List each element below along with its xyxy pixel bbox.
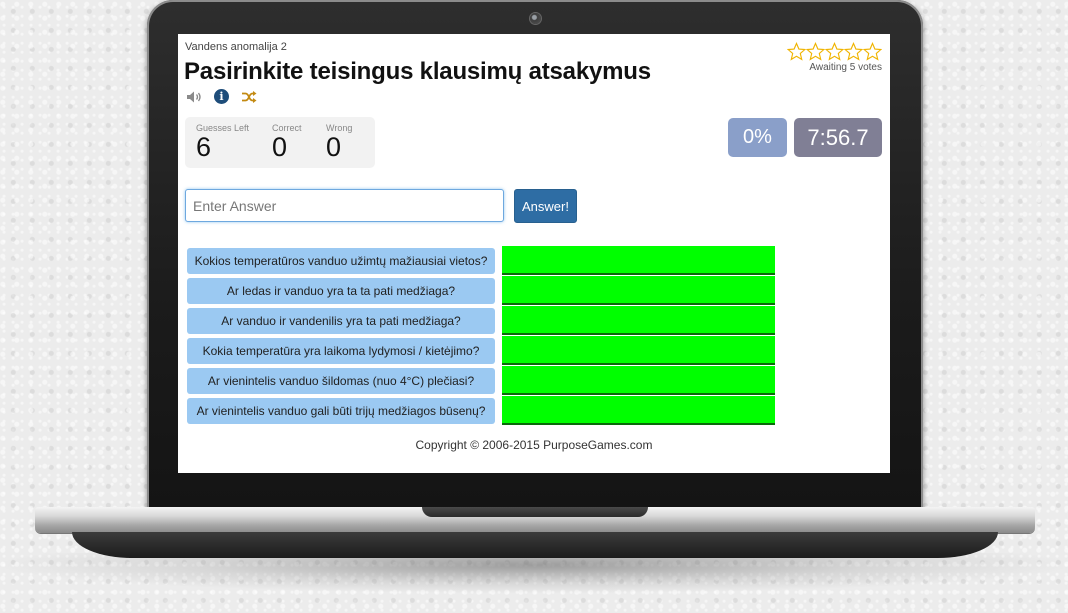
question-row: Ar ledas ir vanduo yra ta ta pati medžia… (187, 276, 777, 306)
question-row: Ar vienintelis vanduo gali būti trijų me… (187, 396, 777, 426)
question-label: Ar ledas ir vanduo yra ta ta pati medžia… (187, 278, 495, 304)
star-icon[interactable] (825, 42, 844, 61)
star-icon[interactable] (844, 42, 863, 61)
answer-button[interactable]: Answer! (514, 189, 577, 223)
question-row: Kokios temperatūros vanduo užimtų mažiau… (187, 246, 777, 276)
laptop-hinge-notch (422, 507, 648, 517)
question-label: Kokios temperatūros vanduo užimtų mažiau… (187, 248, 495, 274)
page-title: Pasirinkite teisingus klausimų atsakymus (184, 58, 651, 85)
guesses-left-value: 6 (196, 132, 212, 162)
question-row: Kokia temperatūra yra laikoma lydymosi /… (187, 336, 777, 366)
question-label: Kokia temperatūra yra laikoma lydymosi /… (187, 338, 495, 364)
question-label: Ar vienintelis vanduo šildomas (nuo 4°C)… (187, 368, 495, 394)
correct-value: 0 (272, 132, 288, 162)
percent-complete-badge: 0% (728, 118, 787, 157)
wrong-stat: Wrong 0 (326, 123, 352, 161)
answer-slot (502, 396, 775, 425)
question-row: Ar vanduo ir vandenilis yra ta pati medž… (187, 306, 777, 336)
answer-slot (502, 246, 775, 275)
votes-count: Awaiting 5 votes (809, 62, 882, 73)
wrong-value: 0 (326, 132, 342, 162)
answer-input[interactable] (185, 189, 504, 222)
answer-slot (502, 336, 775, 365)
question-label: Ar vienintelis vanduo gali būti trijų me… (187, 398, 495, 424)
score-panel: Guesses Left 6 Correct 0 Wrong 0 (185, 117, 375, 168)
correct-stat: Correct 0 (272, 123, 302, 161)
laptop-base-body (72, 532, 998, 558)
guesses-left-stat: Guesses Left 6 (196, 123, 249, 161)
laptop-shadow (5, 553, 1063, 593)
quiz-toolbar: i (186, 89, 257, 104)
star-icon[interactable] (863, 42, 882, 61)
answer-slot (502, 306, 775, 335)
shuffle-icon[interactable] (241, 90, 257, 104)
quiz-screen: Vandens anomalija 2 Pasirinkite teisingu… (178, 34, 890, 473)
question-label: Ar vanduo ir vandenilis yra ta pati medž… (187, 308, 495, 334)
info-icon[interactable]: i (214, 89, 229, 104)
copyright-footer: Copyright © 2006-2015 PurposeGames.com (415, 438, 653, 452)
star-icon[interactable] (787, 42, 806, 61)
webcam (530, 13, 541, 24)
star-icon[interactable] (806, 42, 825, 61)
timer-badge: 7:56.7 (794, 118, 882, 157)
answer-slot (502, 276, 775, 305)
star-rating (787, 42, 882, 61)
answer-slot (502, 366, 775, 395)
rating-widget: Awaiting 5 votes (787, 42, 882, 73)
question-row: Ar vienintelis vanduo šildomas (nuo 4°C)… (187, 366, 777, 396)
speaker-icon[interactable] (186, 90, 202, 104)
quiz-subtitle: Vandens anomalija 2 (185, 41, 287, 53)
